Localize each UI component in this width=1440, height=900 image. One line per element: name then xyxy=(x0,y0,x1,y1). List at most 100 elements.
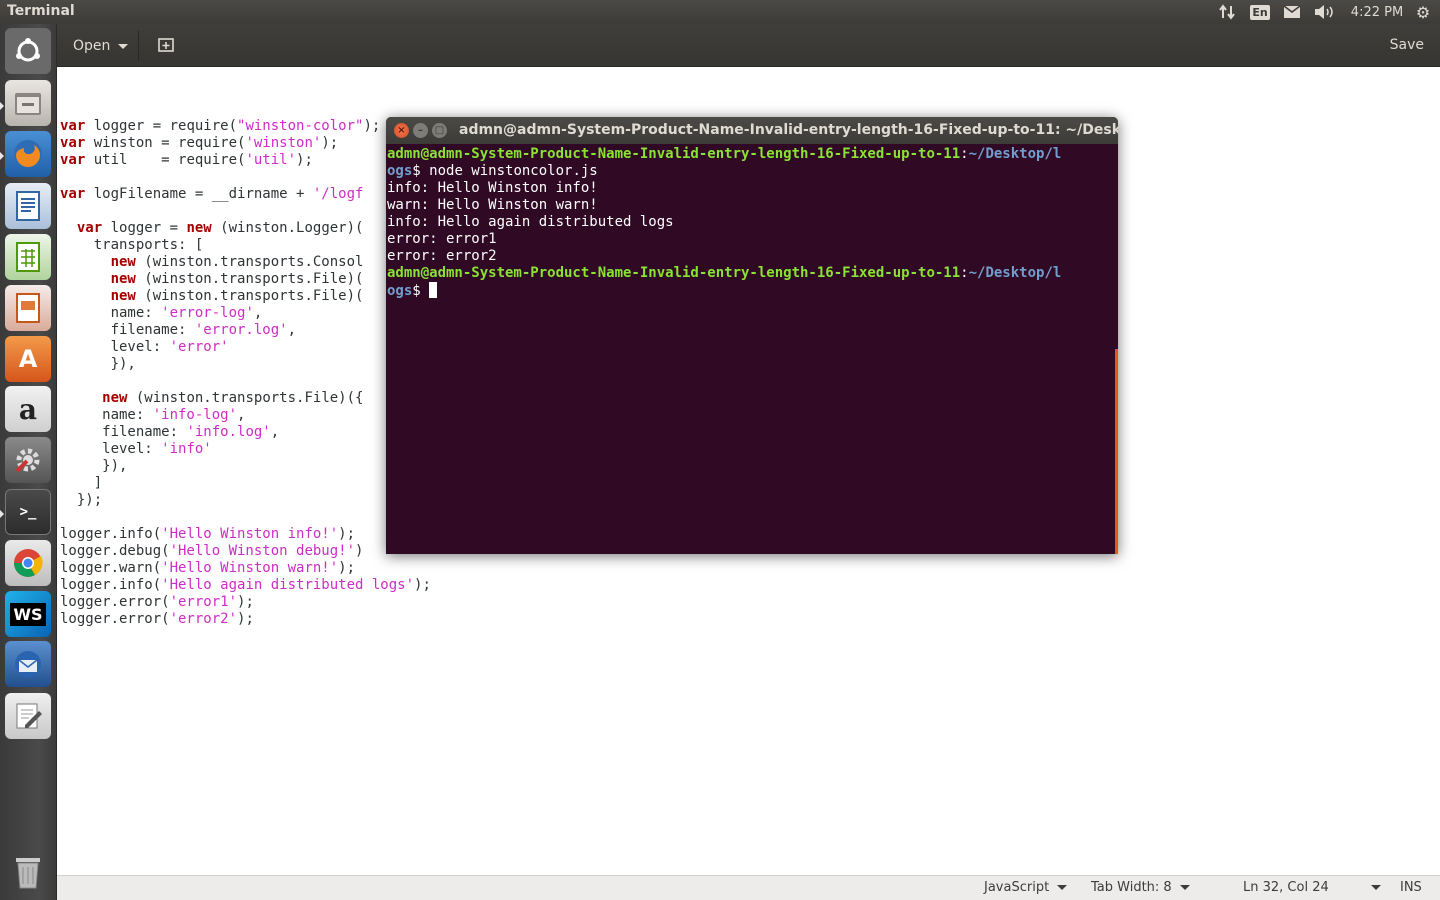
code-line: logger.error('error2'); xyxy=(60,611,254,627)
code-line: var logger = require("winston-color"); xyxy=(60,118,381,134)
code-line: filename: 'info.log', xyxy=(60,424,280,440)
dash-home-button[interactable] xyxy=(5,28,51,74)
clock[interactable]: 4:22 PM xyxy=(1348,2,1406,22)
settings-icon xyxy=(15,448,40,473)
mail-icon[interactable] xyxy=(1282,2,1302,22)
prompt-user: admn@admn-System-Product-Name-Invalid-en… xyxy=(387,146,961,162)
keyboard-language-indicator[interactable]: En xyxy=(1250,2,1270,22)
terminal-output-line: error: error1 xyxy=(387,231,497,247)
minimize-window-button[interactable]: – xyxy=(413,123,428,138)
code-line: level: 'info' xyxy=(60,441,212,457)
save-button[interactable]: Save xyxy=(1390,37,1424,53)
code-line: logger.info('Hello again distributed log… xyxy=(60,577,431,593)
impress-launcher[interactable] xyxy=(5,285,51,331)
writer-launcher[interactable] xyxy=(5,183,51,229)
terminal-window[interactable]: × – □ admn@admn-System-Product-Name-Inva… xyxy=(386,117,1118,554)
system-settings-launcher[interactable] xyxy=(5,437,51,483)
terminal-command: node winstoncolor.js xyxy=(429,163,598,179)
firefox-launcher[interactable] xyxy=(5,131,51,177)
code-line: level: 'error' xyxy=(60,339,229,355)
code-line: var logFilename = __dirname + '/logf xyxy=(60,186,364,202)
terminal-titlebar[interactable]: × – □ admn@admn-System-Product-Name-Inva… xyxy=(386,117,1118,144)
active-app-title: Terminal xyxy=(7,3,75,19)
cursor-position-selector[interactable]: Ln 32, Col 24 xyxy=(1243,880,1381,895)
terminal-output-line: info: Hello Winston info! xyxy=(387,180,598,196)
volume-icon[interactable] xyxy=(1312,2,1338,22)
firefox-icon xyxy=(14,140,42,168)
open-button-label: Open xyxy=(73,38,111,54)
files-launcher[interactable] xyxy=(5,80,51,126)
code-line: ] xyxy=(60,475,103,491)
terminal-output-line: info: Hello again distributed logs xyxy=(387,214,674,230)
chevron-down-icon xyxy=(118,43,129,49)
chevron-down-icon xyxy=(1057,885,1068,890)
terminal-scrollbar[interactable] xyxy=(1115,349,1118,554)
code-line: logger.debug('Hello Winston debug!') xyxy=(60,543,364,559)
prompt-user: admn@admn-System-Product-Name-Invalid-en… xyxy=(387,265,961,281)
code-line: }), xyxy=(60,356,136,372)
new-document-button[interactable] xyxy=(155,34,177,56)
code-line: logger.warn('Hello Winston warn!'); xyxy=(60,560,356,576)
chrome-icon xyxy=(14,549,43,577)
editor-header-bar: Open Save xyxy=(57,24,1440,67)
text-editor-icon xyxy=(16,703,42,729)
amazon-icon: a xyxy=(18,392,38,426)
maximize-window-button[interactable]: □ xyxy=(432,123,447,138)
code-line: new (winston.transports.Consol xyxy=(110,254,364,270)
chevron-down-icon xyxy=(1179,885,1190,890)
terminal-output-line: warn: Hello Winston warn! xyxy=(387,197,598,213)
trash-launcher[interactable] xyxy=(5,848,51,894)
terminal-cursor xyxy=(429,282,438,298)
terminal-icon: >_ xyxy=(19,504,37,520)
code-line: var winston = require('winston'); xyxy=(60,135,339,151)
terminal-launcher[interactable]: >_ xyxy=(5,489,51,535)
open-button[interactable]: Open xyxy=(63,31,140,61)
code-line: new (winston.transports.File)( xyxy=(110,271,364,287)
thunderbird-icon xyxy=(15,651,41,677)
chevron-down-icon xyxy=(1370,885,1381,890)
terminal-output[interactable]: admn@admn-System-Product-Name-Invalid-en… xyxy=(387,146,1115,300)
top-panel: Terminal En 4:22 PM ⚙ xyxy=(0,0,1440,24)
code-line: var logger = new (winston.Logger)( xyxy=(76,220,364,236)
code-line: var util = require('util'); xyxy=(60,152,313,168)
chrome-launcher[interactable] xyxy=(5,540,51,586)
thunderbird-launcher[interactable] xyxy=(5,641,51,687)
code-line: }); xyxy=(60,492,103,508)
text-editor-launcher[interactable] xyxy=(5,693,51,739)
session-gear-icon[interactable]: ⚙ xyxy=(1412,2,1434,22)
code-line: filename: 'error.log', xyxy=(60,322,297,338)
launcher: A a >_ WS xyxy=(0,24,57,900)
close-window-button[interactable]: × xyxy=(394,123,409,138)
network-icon[interactable] xyxy=(1217,2,1239,22)
file-manager-icon xyxy=(15,93,41,115)
editor-statusbar: JavaScript Tab Width: 8 Ln 32, Col 24 IN… xyxy=(57,875,1440,900)
code-line: logger.error('error1'); xyxy=(60,594,254,610)
code-line: new (winston.transports.File)({ xyxy=(102,390,364,406)
terminal-title: admn@admn-System-Product-Name-Invalid-en… xyxy=(459,122,1118,138)
code-line: }), xyxy=(60,458,128,474)
insert-mode-indicator: INS xyxy=(1400,880,1422,895)
calc-launcher[interactable] xyxy=(5,234,51,280)
code-view[interactable]: var logger = require("winston-color"); va… xyxy=(60,101,431,628)
code-line: logger.info('Hello Winston info!'); xyxy=(60,526,356,542)
code-line: new (winston.transports.File)( xyxy=(110,288,364,304)
trash-icon xyxy=(16,858,40,889)
tab-width-selector[interactable]: Tab Width: 8 xyxy=(1091,880,1190,895)
code-line: name: 'info-log', xyxy=(60,407,246,423)
software-center-launcher[interactable]: A xyxy=(5,336,51,382)
language-selector[interactable]: JavaScript xyxy=(984,880,1068,895)
impress-icon xyxy=(16,293,40,323)
terminal-output-line: error: error2 xyxy=(387,248,497,264)
webstorm-icon: WS xyxy=(10,602,46,626)
calc-icon xyxy=(16,242,40,272)
webstorm-launcher[interactable]: WS xyxy=(5,591,51,637)
amazon-launcher[interactable]: a xyxy=(5,386,51,432)
writer-icon xyxy=(16,191,40,221)
new-tab-icon xyxy=(158,38,174,52)
code-line: name: 'error-log', xyxy=(60,305,263,321)
